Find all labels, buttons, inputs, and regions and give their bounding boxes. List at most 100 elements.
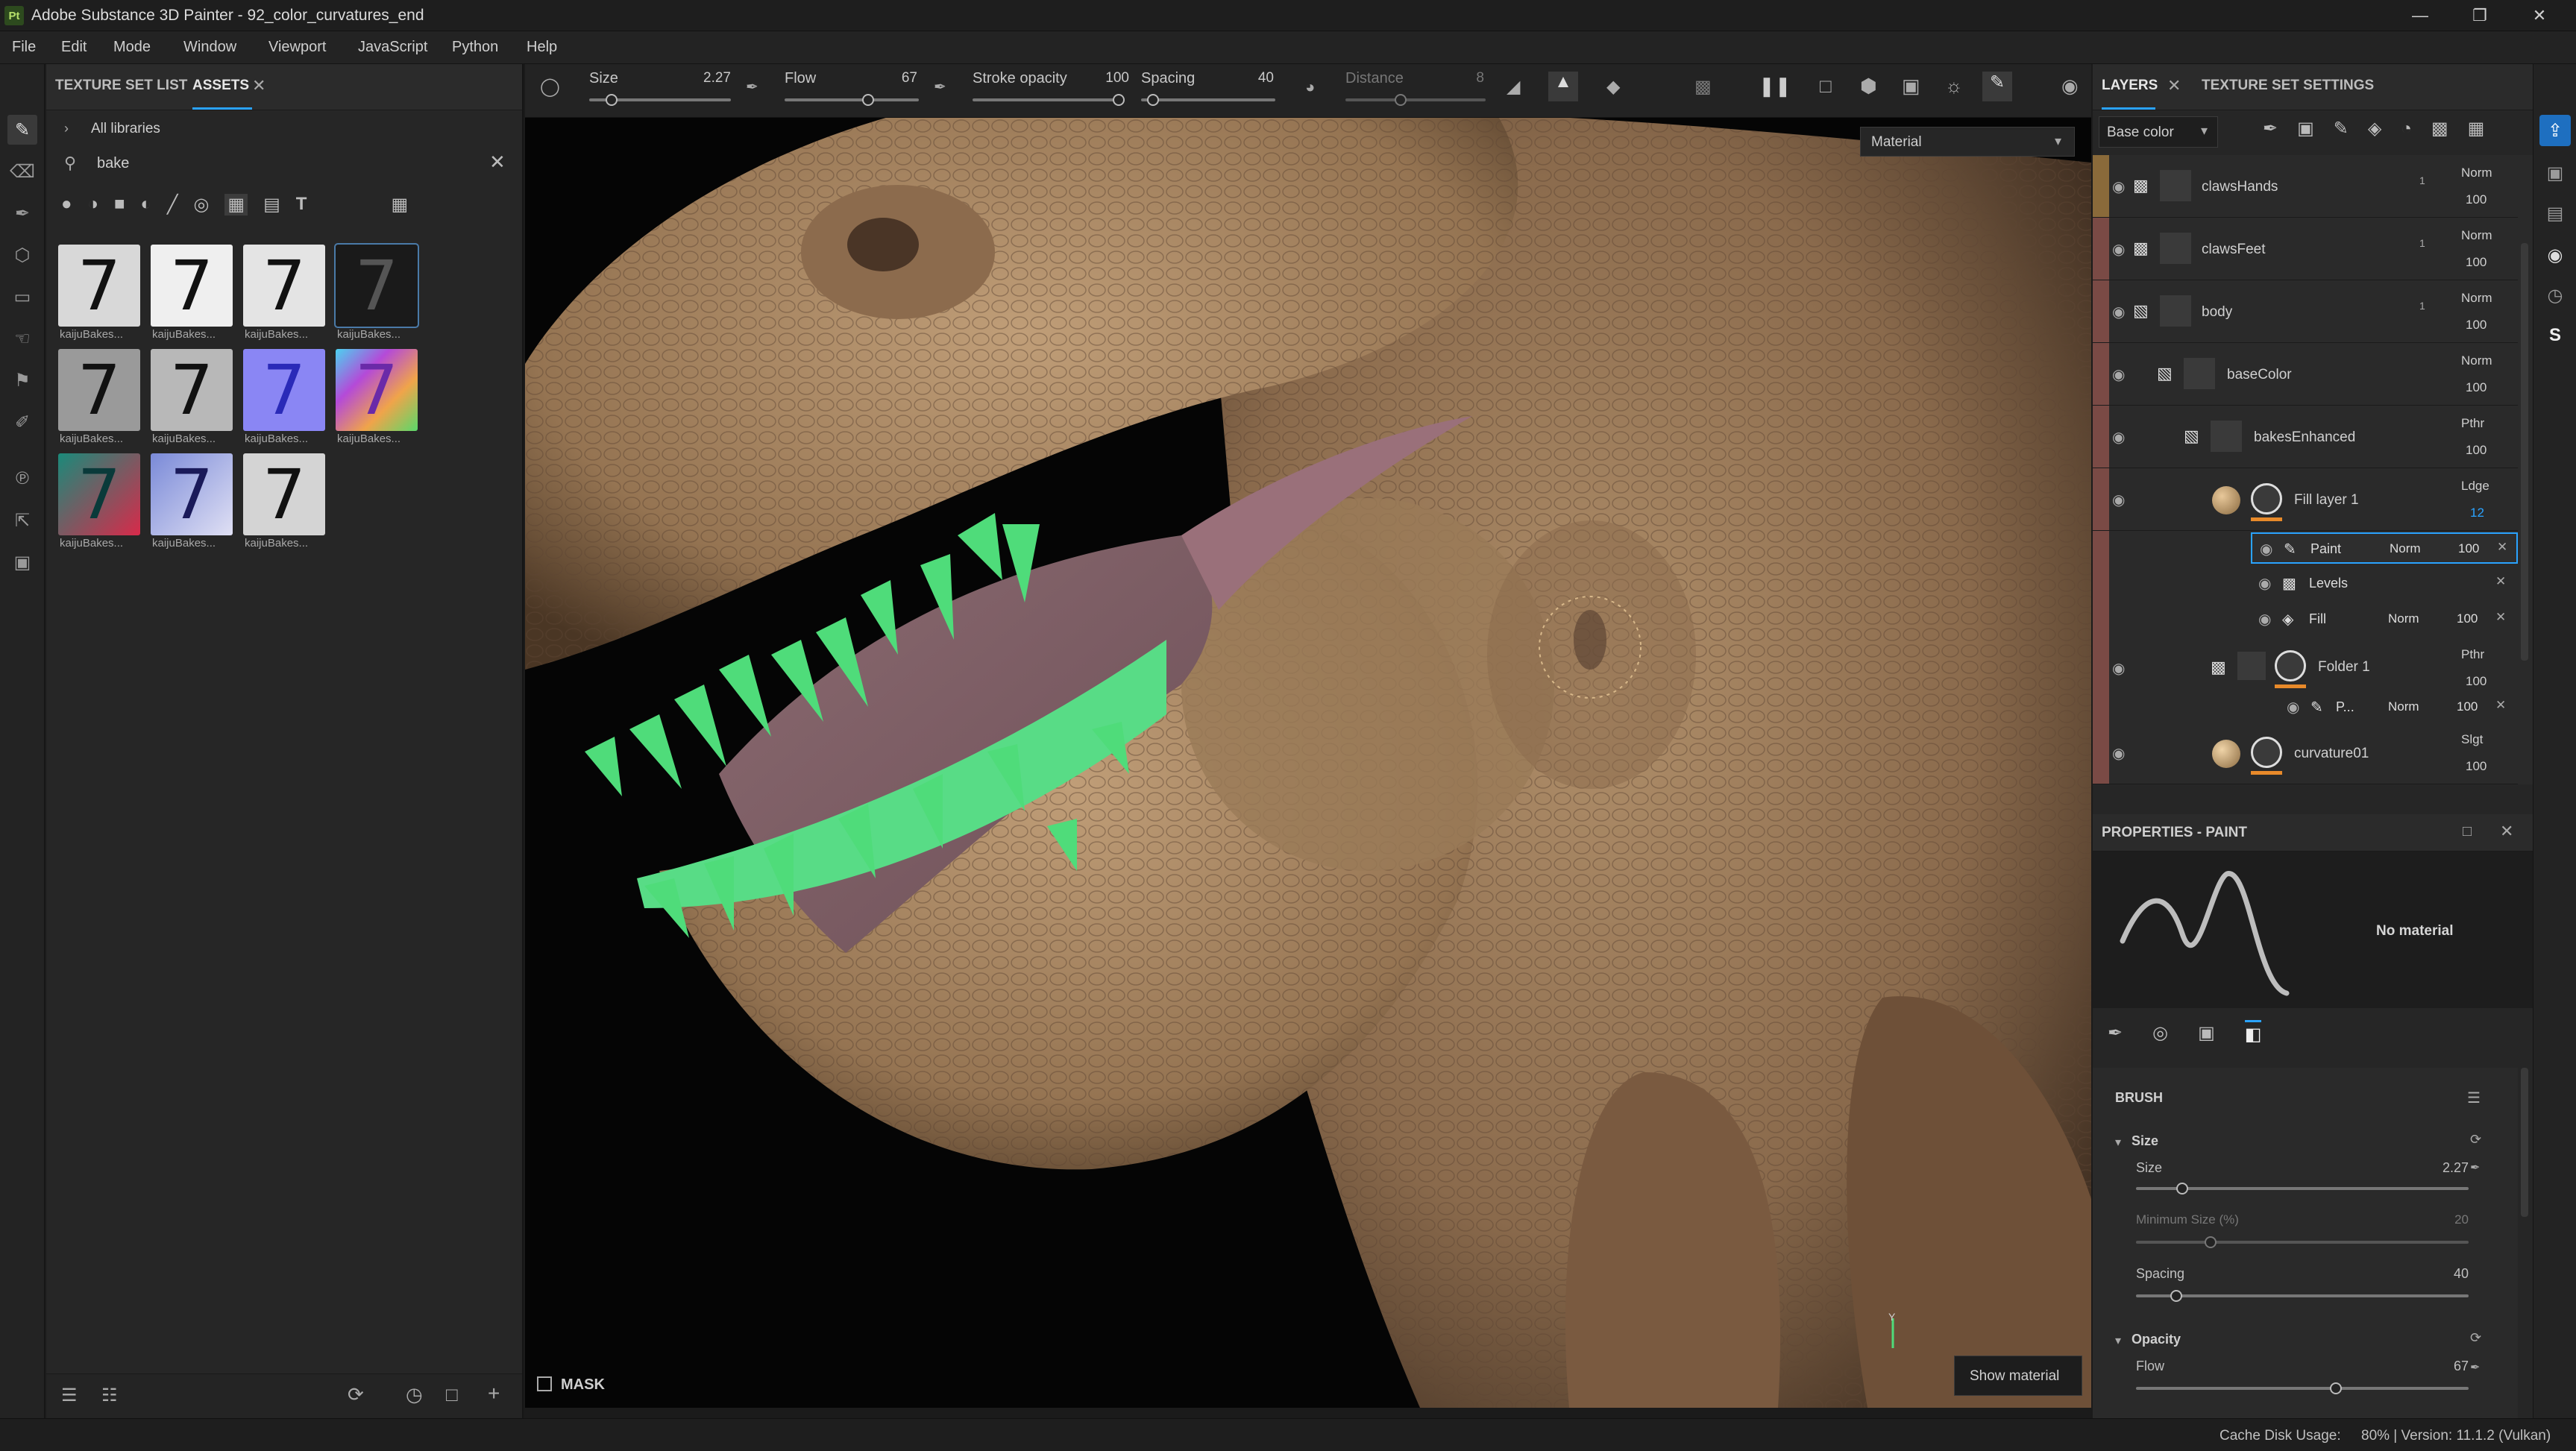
add-folder-icon[interactable]: ▩: [2431, 118, 2448, 139]
add-mask-icon[interactable]: ▣: [2297, 118, 2314, 139]
layer-row-bakesenhanced[interactable]: ◉ ▧ bakesEnhanced Pthr 100: [2093, 406, 2518, 468]
3d-viewport[interactable]: Material ▾ Y Show material MASK: [525, 118, 2091, 1408]
flow-value[interactable]: 67: [865, 70, 917, 86]
search-input[interactable]: bake: [97, 155, 129, 172]
chevron-down-icon[interactable]: ▾: [2115, 1333, 2121, 1348]
blend-mode[interactable]: Pthr: [2461, 416, 2484, 431]
tab-layers[interactable]: LAYERS: [2102, 78, 2158, 94]
layer-row-body[interactable]: ◉ ▧ body 1 Norm 100: [2093, 280, 2518, 343]
size-value[interactable]: 2.27: [2421, 1160, 2469, 1176]
export-icon[interactable]: ⇪: [2539, 115, 2571, 146]
viewer-settings-icon[interactable]: ◉: [2540, 240, 2570, 270]
symmetry-options-icon[interactable]: ◆: [1606, 76, 1620, 98]
mask-filter-icon[interactable]: ■: [114, 194, 125, 215]
brush-shape-icon[interactable]: ◯: [540, 76, 560, 98]
text-filter-icon[interactable]: T: [296, 194, 307, 215]
effect-row-folder-paint[interactable]: ◉ ✎ P... Norm 100 ✕: [2279, 692, 2518, 722]
libraries-breadcrumb[interactable]: All libraries: [91, 121, 160, 137]
distance-value[interactable]: 8: [1432, 70, 1484, 86]
light-icon[interactable]: ☼: [1945, 75, 1963, 98]
3d-view-icon[interactable]: ⬢: [1860, 75, 1877, 98]
menu-window[interactable]: Window: [183, 39, 236, 56]
layer-opacity[interactable]: 100: [2466, 674, 2487, 689]
layer-row-clawshands[interactable]: ◉ ▩ clawsHands 1 Norm 100: [2093, 155, 2518, 218]
layer-row-basecolor[interactable]: ◉ ▧ baseColor Norm 100: [2093, 343, 2518, 406]
show-material-button[interactable]: Show material: [1954, 1356, 2082, 1396]
flow-slider-knob[interactable]: [2330, 1382, 2342, 1394]
flow-slider[interactable]: [785, 98, 919, 101]
shelf-icon[interactable]: ▤: [2540, 198, 2570, 228]
menu-help[interactable]: Help: [527, 39, 557, 56]
add-smart-material-icon[interactable]: ◔: [2401, 119, 2412, 139]
asset-thumbnail[interactable]: 7: [151, 349, 233, 431]
material-filter-icon[interactable]: ●: [61, 194, 72, 215]
blend-mode[interactable]: Norm: [2390, 541, 2421, 556]
brush-menu-icon[interactable]: ☰: [2467, 1089, 2481, 1107]
eraser-icon[interactable]: ⌫: [7, 157, 37, 186]
clone-stamp-icon[interactable]: ⚑: [7, 365, 37, 395]
spacing-value[interactable]: 40: [1222, 70, 1274, 86]
visibility-eye-icon[interactable]: ◉: [2112, 659, 2133, 677]
effect-opacity[interactable]: 100: [2457, 611, 2478, 626]
stroke-opacity-value[interactable]: 100: [1077, 70, 1129, 86]
lazy-mouse-icon[interactable]: ◕: [1305, 78, 1315, 97]
layer-opacity[interactable]: 12: [2470, 506, 2484, 520]
particle-filter-icon[interactable]: ◎: [193, 194, 209, 215]
visibility-eye-icon[interactable]: ◉: [2112, 177, 2133, 195]
distance-slider[interactable]: [1345, 98, 1486, 101]
visibility-eye-icon[interactable]: ◉: [2258, 610, 2271, 629]
close-tab-icon[interactable]: ✕: [2167, 76, 2181, 95]
material-select[interactable]: Material ▾: [1860, 127, 2075, 157]
minimum-size-value[interactable]: 20: [2421, 1212, 2469, 1227]
minimum-size-slider[interactable]: [2136, 1241, 2469, 1244]
history-icon[interactable]: ◷: [2540, 280, 2570, 310]
brush-tab-icon[interactable]: ✒: [2108, 1022, 2123, 1044]
layer-opacity[interactable]: 100: [2466, 759, 2487, 774]
properties-scrollbar[interactable]: [2521, 1068, 2528, 1217]
mirror-icon[interactable]: ▲: [1548, 72, 1578, 101]
flow-value[interactable]: 67: [2421, 1359, 2469, 1374]
asset-thumbnail[interactable]: 7: [58, 349, 140, 431]
blend-mode[interactable]: Ldge: [2461, 479, 2489, 494]
reset-icon[interactable]: ⟳: [2470, 1132, 2481, 1148]
blend-mode[interactable]: Norm: [2461, 228, 2492, 243]
spacing-value[interactable]: 40: [2421, 1266, 2469, 1282]
brush-filter-icon[interactable]: ╱: [167, 194, 178, 215]
pen-pressure-icon[interactable]: ✒: [2470, 1160, 2480, 1175]
blend-mode[interactable]: Norm: [2461, 166, 2492, 180]
camera-2d-icon[interactable]: □: [1820, 75, 1832, 98]
blend-mode[interactable]: Pthr: [2461, 647, 2484, 662]
remove-effect-icon[interactable]: ✕: [2495, 698, 2506, 713]
layer-opacity[interactable]: 100: [2466, 255, 2487, 270]
menu-javascript[interactable]: JavaScript: [358, 39, 427, 56]
flow-slider[interactable]: [2136, 1387, 2469, 1390]
layer-opacity[interactable]: 100: [2466, 443, 2487, 458]
asset-thumbnail[interactable]: 7: [151, 245, 233, 327]
restore-button[interactable]: ❐: [2457, 3, 2502, 28]
effect-opacity[interactable]: 100: [2458, 541, 2479, 556]
distance-slider-knob[interactable]: [1395, 94, 1407, 106]
mask-thumbnail[interactable]: [2275, 650, 2306, 682]
list-view-icon[interactable]: ☰: [61, 1385, 78, 1406]
layer-row-curvature01[interactable]: ◉ curvature01 Slgt 100: [2093, 722, 2518, 784]
measure-icon[interactable]: ⇱: [7, 506, 37, 535]
display-settings-icon[interactable]: ▣: [2540, 158, 2570, 188]
add-asset-icon[interactable]: +: [488, 1382, 500, 1406]
layer-row-fill-layer-1[interactable]: ◉ Fill layer 1 Ldge 12: [2093, 468, 2518, 531]
polygon-fill-icon[interactable]: ▭: [7, 282, 37, 312]
material-tab-icon[interactable]: ◎: [2152, 1022, 2168, 1044]
visibility-eye-icon[interactable]: ◉: [2258, 574, 2271, 593]
detail-view-icon[interactable]: ☷: [101, 1385, 118, 1406]
pen-pressure-icon[interactable]: ✒: [746, 78, 758, 96]
menu-edit[interactable]: Edit: [61, 39, 87, 56]
stroke-opacity-slider[interactable]: [973, 98, 1122, 101]
paint-mode-icon[interactable]: ✎: [1982, 72, 2012, 101]
search-box[interactable]: ⚲ bake ✕: [57, 148, 513, 179]
spacing-slider[interactable]: [1141, 98, 1275, 101]
asset-thumbnail[interactable]: 7: [58, 453, 140, 535]
visibility-eye-icon[interactable]: ◉: [2112, 491, 2133, 509]
effect-opacity[interactable]: 100: [2457, 699, 2478, 714]
visibility-eye-icon[interactable]: ◉: [2112, 303, 2133, 321]
add-paint-layer-icon[interactable]: ✎: [2334, 118, 2349, 139]
generator-filter-icon[interactable]: ◐: [141, 194, 152, 215]
